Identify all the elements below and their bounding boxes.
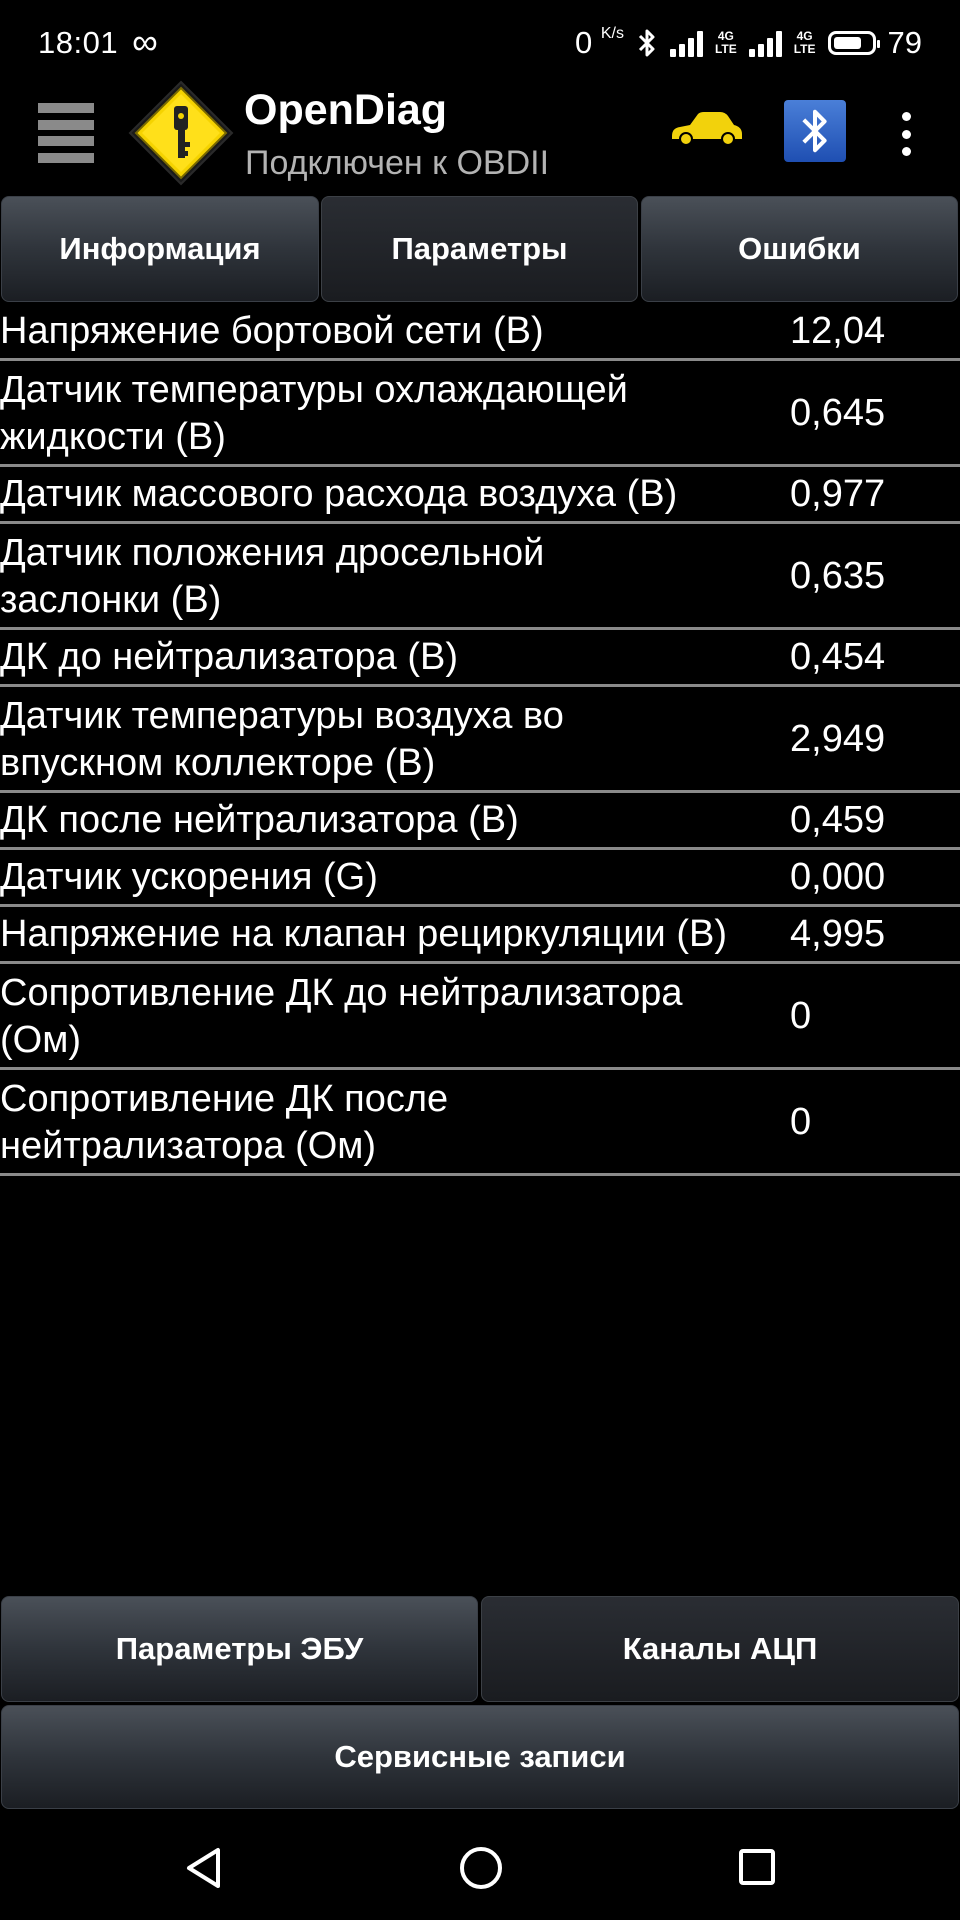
tab-information[interactable]: Информация xyxy=(1,196,319,302)
back-icon[interactable] xyxy=(184,1846,224,1890)
parameter-row[interactable]: Датчик положения дросельной заслонки (В)… xyxy=(0,524,960,630)
parameter-row[interactable]: Датчик ускорения (G) 0,000 xyxy=(0,850,960,907)
network-speed-unit: K/s xyxy=(600,25,624,42)
parameter-name: ДК после нейтрализатора (В) xyxy=(0,799,519,841)
battery-level: 79 xyxy=(887,25,922,60)
parameter-row[interactable]: Датчик температуры воздуха во впускном к… xyxy=(0,687,960,793)
parameter-row[interactable]: ДК после нейтрализатора (В) 0,459 xyxy=(0,793,960,850)
navigation-bar xyxy=(0,1820,960,1920)
parameter-row[interactable]: Датчик температуры охлаждающей жидкости … xyxy=(0,361,960,467)
recents-icon[interactable] xyxy=(738,1848,776,1886)
parameter-name: Датчик ускорения (G) xyxy=(0,856,378,898)
ecu-parameters-button[interactable]: Параметры ЭБУ xyxy=(1,1596,478,1702)
network-type-2: 4G LTE xyxy=(794,30,816,56)
app-title: OpenDiag xyxy=(244,86,448,134)
bluetooth-connect-button[interactable] xyxy=(784,100,846,162)
app-logo xyxy=(128,80,234,186)
network-speed: 0 K/s xyxy=(575,25,624,61)
parameter-name: Сопротивление ДК после нейтрализатора (О… xyxy=(0,1078,449,1167)
parameter-row[interactable]: Датчик массового расхода воздуха (В) 0,9… xyxy=(0,467,960,524)
parameter-value: 0,459 xyxy=(790,799,886,841)
home-icon[interactable] xyxy=(459,1846,503,1890)
signal-icon-2 xyxy=(748,29,782,57)
parameter-name: Датчик температуры охлаждающей жидкости … xyxy=(0,369,628,458)
menu-icon[interactable] xyxy=(38,103,94,163)
parameter-value: 0,635 xyxy=(790,555,886,597)
parameter-name: Сопротивление ДК до нейтрализатора (Ом) xyxy=(0,972,683,1061)
overflow-menu-icon[interactable] xyxy=(900,112,912,156)
parameter-row[interactable]: Сопротивление ДК после нейтрализатора (О… xyxy=(0,1070,960,1176)
parameter-value: 0,645 xyxy=(790,392,886,434)
network-speed-value: 0 xyxy=(574,25,593,60)
status-bar: 18:01 ∞ 0 K/s 4G LTE 4G LTE 79 xyxy=(0,0,960,86)
parameter-value: 4,995 xyxy=(790,913,886,955)
parameter-row[interactable]: Напряжение бортовой сети (В) 12,04 xyxy=(0,304,960,361)
parameter-value: 0,977 xyxy=(790,473,886,515)
parameter-name: Датчик температуры воздуха во впускном к… xyxy=(0,695,564,784)
parameter-row[interactable]: Сопротивление ДК до нейтрализатора (Ом) … xyxy=(0,964,960,1070)
adc-channels-button[interactable]: Каналы АЦП xyxy=(481,1596,959,1702)
car-icon[interactable] xyxy=(668,106,744,150)
parameter-name: ДК до нейтрализатора (В) xyxy=(0,636,459,678)
connection-status: Подключен к OBDII xyxy=(245,144,550,182)
tab-bar: Информация Параметры Ошибки xyxy=(0,196,960,302)
status-time: 18:01 xyxy=(38,25,119,60)
tab-parameters[interactable]: Параметры xyxy=(321,196,638,302)
parameter-list: Напряжение бортовой сети (В) 12,04 Датчи… xyxy=(0,304,960,1176)
bluetooth-icon xyxy=(638,29,655,57)
battery-icon xyxy=(827,31,880,55)
parameter-row[interactable]: Напряжение на клапан рециркуляции (В) 4,… xyxy=(0,907,960,964)
service-records-button[interactable]: Сервисные записи xyxy=(1,1705,959,1809)
parameter-value: 0,454 xyxy=(790,636,886,678)
status-right: 0 K/s 4G LTE 4G LTE 79 xyxy=(575,25,922,61)
parameter-value: 12,04 xyxy=(790,310,886,352)
parameter-row[interactable]: ДК до нейтрализатора (В) 0,454 xyxy=(0,630,960,687)
status-left: 18:01 ∞ xyxy=(38,21,158,62)
parameter-name: Напряжение на клапан рециркуляции (В) xyxy=(0,913,727,955)
parameter-name: Напряжение бортовой сети (В) xyxy=(0,310,544,352)
tab-errors[interactable]: Ошибки xyxy=(641,196,958,302)
parameter-value: 0 xyxy=(790,995,812,1037)
bluetooth-icon xyxy=(802,109,827,153)
parameter-value: 0 xyxy=(790,1101,812,1143)
parameter-value: 2,949 xyxy=(790,718,886,760)
app-bar: OpenDiag Подключен к OBDII xyxy=(0,80,960,196)
network-type-1-sub: LTE xyxy=(714,42,737,56)
parameter-name: Датчик массового расхода воздуха (В) xyxy=(0,473,678,515)
signal-icon-1 xyxy=(669,29,703,57)
network-type-1: 4G LTE xyxy=(715,30,737,56)
infinity-icon: ∞ xyxy=(132,21,158,62)
parameter-value: 0,000 xyxy=(790,856,886,898)
network-type-2-sub: LTE xyxy=(793,42,816,56)
parameter-name: Датчик положения дросельной заслонки (В) xyxy=(0,532,545,621)
